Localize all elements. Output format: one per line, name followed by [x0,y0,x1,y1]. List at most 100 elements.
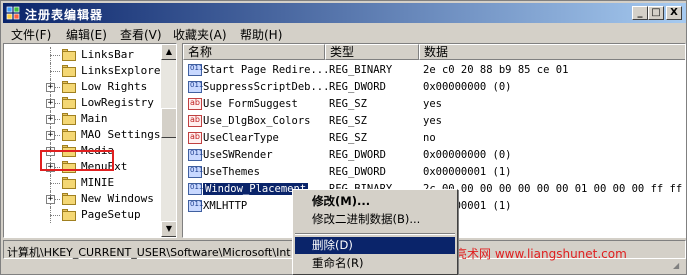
value-row[interactable]: 011 Start Page Redire... REG_BINARY 2e c0 2… [183,62,685,79]
binary-value-icon: 011 [188,183,203,195]
registry-editor-window: 注册表编辑器 _ □ X 文件(F) 编辑(E) 查看(V) 收藏夹(A) 帮助… [0,0,687,275]
resize-grip-icon[interactable]: ◢ [673,261,685,273]
tree-item-label: Low Rights [81,80,148,93]
tree-line [50,55,60,56]
binary-value-icon: 011 [188,64,203,76]
menu-file[interactable]: 文件(F) [11,26,51,43]
folder-icon [62,65,76,77]
context-menu: 修改(M)... 修改二进制数据(B)... 删除(D) 重命名(R) [292,189,458,275]
scroll-thumb[interactable] [161,108,176,138]
value-name: UseSWRender [203,149,273,161]
menu-separator [295,233,455,235]
value-name: Start Page Redire... [203,64,330,76]
close-button[interactable]: X [666,6,682,20]
status-path: 计算机\HKEY_CURRENT_USER\Software\Microsoft… [7,246,291,259]
tree-item-label: LinksExplorer [81,64,168,77]
folder-icon [62,177,76,189]
tree-item[interactable]: PageSetup [4,207,162,223]
menu-item-delete[interactable]: 删除(D) [295,237,455,254]
value-type: REG_DWORD [329,81,386,93]
tree-line [50,215,60,216]
folder-icon [62,129,76,141]
maximize-button[interactable]: □ [648,6,664,20]
expand-toggle-icon[interactable]: + [46,195,55,204]
expand-toggle-icon[interactable]: + [46,99,55,108]
watermark: 亮术网 www.liangshunet.com [455,247,627,261]
value-type: REG_DWORD [329,149,386,161]
tree-item[interactable]: + Low Rights [4,79,162,95]
menu-bar: 文件(F) 编辑(E) 查看(V) 收藏夹(A) 帮助(H) [3,24,686,42]
tree-item-label: PageSetup [81,208,141,221]
value-data: 0x00000000 (0) [423,81,512,93]
value-type: REG_SZ [329,132,367,144]
value-data: yes [423,115,442,127]
menu-help[interactable]: 帮助(H) [240,26,282,43]
folder-icon [62,193,76,205]
scroll-up-button[interactable]: ▲ [161,44,176,60]
tree-item-label: LinksBar [81,48,134,61]
binary-value-icon: 011 [188,200,203,212]
tree-item-label: MAO Settings [81,128,161,141]
folder-icon [62,113,76,125]
value-row[interactable]: ab Use_DlgBox_Colors REG_SZ yes [183,113,685,130]
tree-item[interactable]: MINIE [4,175,162,191]
key-tree-pane[interactable]: LinksBar LinksExplorer + Low Rights + LowRegi… [3,43,177,238]
menu-edit[interactable]: 编辑(E) [66,26,107,43]
tree-item-label: LowRegistry [81,96,154,109]
title-bar[interactable]: 注册表编辑器 _ □ X [3,3,686,23]
column-header-data[interactable]: 数据 [419,44,685,60]
column-header-type[interactable]: 类型 [325,44,419,60]
menu-item-rename[interactable]: 重命名(R) [295,255,455,272]
window-title: 注册表编辑器 [25,8,104,22]
tree-item[interactable]: + MAO Settings [4,127,162,143]
value-type: REG_SZ [329,115,367,127]
tree-item[interactable]: + LowRegistry [4,95,162,111]
expand-toggle-icon[interactable]: + [46,131,55,140]
menu-favorites[interactable]: 收藏夹(A) [173,26,227,43]
tree-item[interactable]: + Main [4,111,162,127]
scroll-down-button[interactable]: ▼ [161,221,176,237]
value-data: no [423,132,436,144]
folder-icon [62,49,76,61]
menu-view[interactable]: 查看(V) [120,26,162,43]
value-name: Use FormSuggest [203,98,298,110]
tree-line [50,183,60,184]
tree-item[interactable]: + New Windows [4,191,162,207]
string-value-icon: ab [188,98,202,110]
value-data: 0x00000000 (0) [423,149,512,161]
column-header-name[interactable]: 名称 [183,44,325,60]
string-value-icon: ab [188,132,202,144]
string-value-icon: ab [188,115,202,127]
menu-item-modify[interactable]: 修改(M)... [295,193,455,210]
value-name: SuppressScriptDeb... [203,81,330,93]
binary-value-icon: 011 [188,81,203,93]
main-key-highlight-box [40,150,114,171]
value-name: UseClearType [203,132,279,144]
value-name: UseThemes [203,166,260,178]
folder-icon [62,81,76,93]
value-row[interactable]: 011 SuppressScriptDeb... REG_DWORD 0x000000… [183,79,685,96]
value-row[interactable]: 011 UseThemes REG_DWORD 0x00000001 (1) [183,164,685,181]
expand-toggle-icon[interactable]: + [46,115,55,124]
expand-toggle-icon[interactable]: + [46,83,55,92]
value-name: Use_DlgBox_Colors [203,115,311,127]
value-row[interactable]: ab UseClearType REG_SZ no [183,130,685,147]
tree-item-label: New Windows [81,192,154,205]
tree-item[interactable]: LinksBar [4,47,162,63]
value-row[interactable]: ab Use FormSuggest REG_SZ yes [183,96,685,113]
value-row[interactable]: 011 UseSWRender REG_DWORD 0x00000000 (0) [183,147,685,164]
minimize-button[interactable]: _ [632,6,648,20]
value-data: 2c 00 00 00 00 00 00 00 01 00 00 00 ff f… [423,183,683,195]
list-header: 名称 类型 数据 [183,44,685,60]
value-name: XMLHTTP [203,200,248,212]
registry-editor-icon [6,6,20,20]
tree-line [50,71,60,72]
tree-scrollbar[interactable]: ▲ ▼ [161,44,176,237]
binary-value-icon: 011 [188,166,203,178]
menu-item-modify-binary[interactable]: 修改二进制数据(B)... [295,211,455,228]
value-data: yes [423,98,442,110]
binary-value-icon: 011 [188,149,203,161]
value-type: REG_SZ [329,98,367,110]
tree-item[interactable]: LinksExplorer [4,63,167,79]
value-type: REG_DWORD [329,166,386,178]
